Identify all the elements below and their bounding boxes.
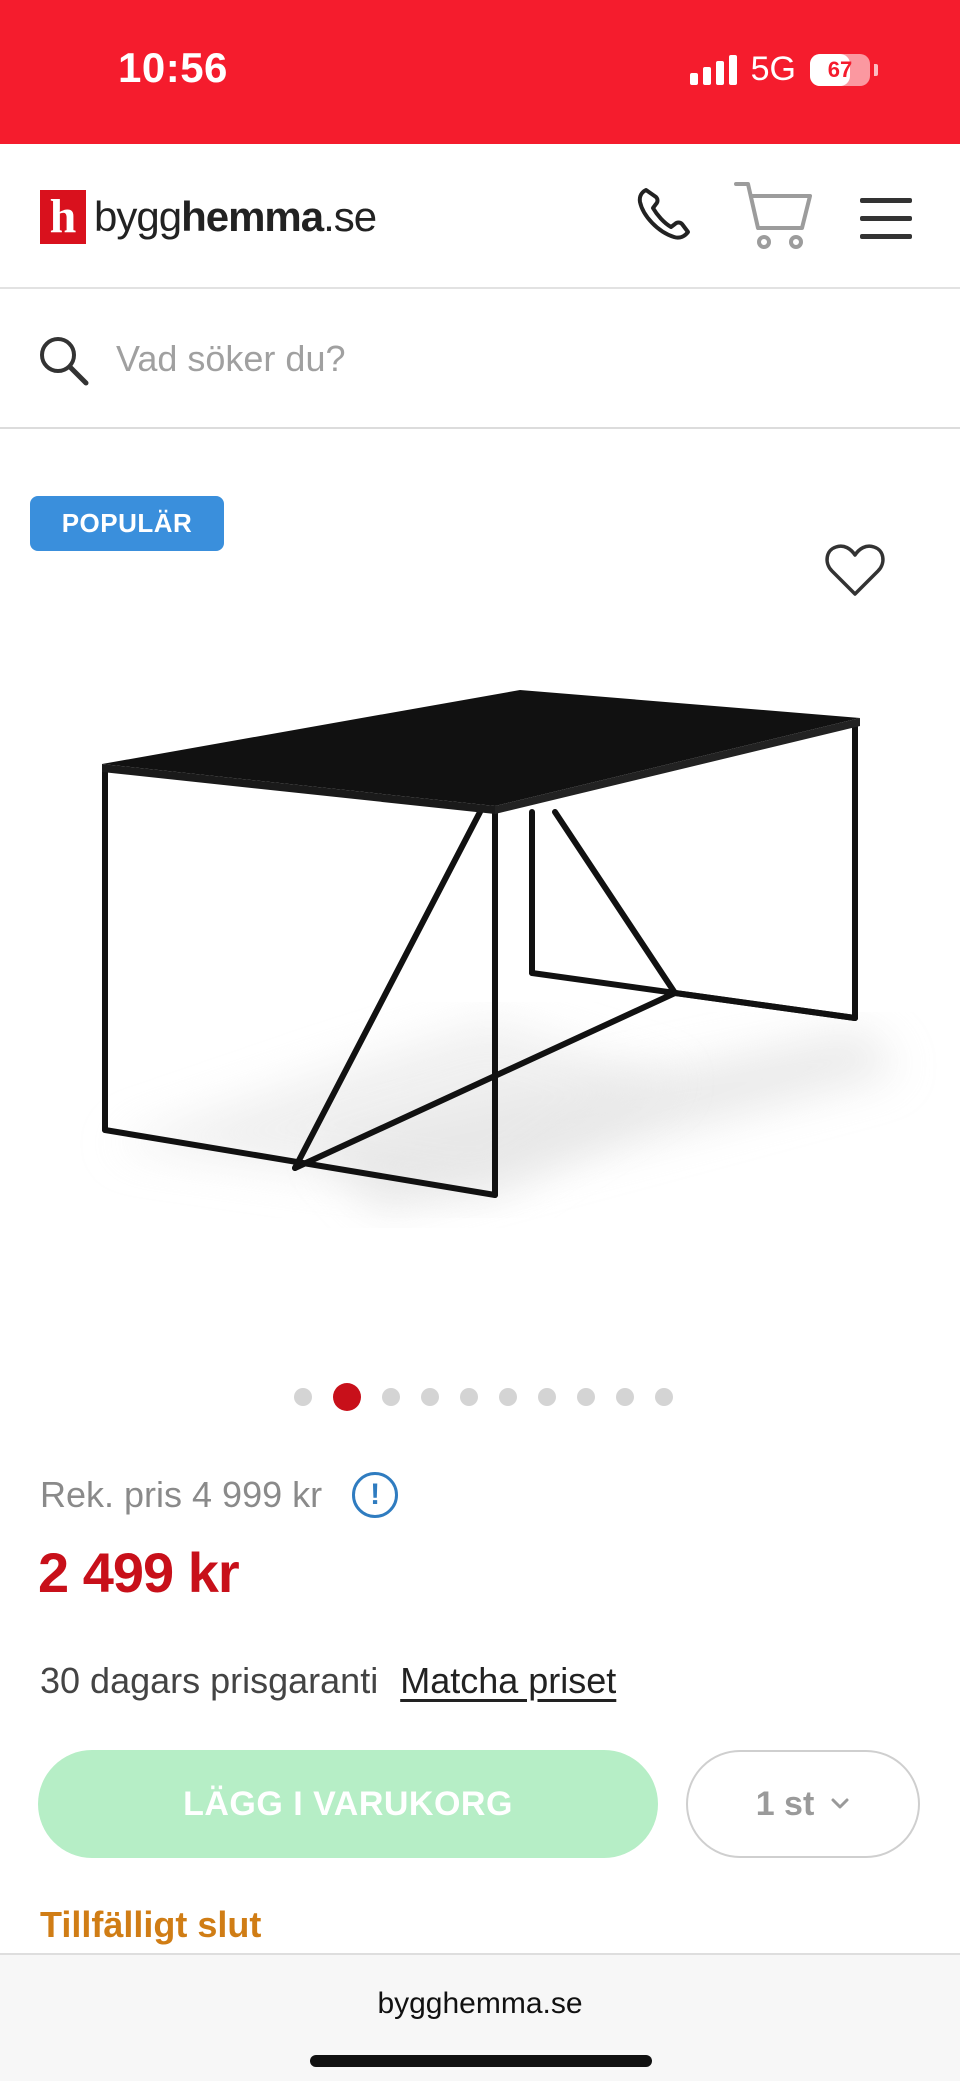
favorite-heart-icon[interactable] [824,542,886,603]
carousel-dot[interactable] [460,1388,478,1406]
battery-level: 67 [827,56,853,82]
home-indicator[interactable] [310,2055,652,2067]
carousel-dot[interactable] [499,1388,517,1406]
image-carousel-dots [294,1383,673,1411]
site-header: h bygghemma.se [0,144,960,289]
carousel-dot[interactable] [294,1388,312,1406]
popular-badge: POPULÄR [30,496,224,551]
search-bar [0,289,960,429]
logo-text-suffix: .se [323,193,377,240]
stock-status: Tillfälligt slut [40,1904,262,1945]
battery-tip [874,63,878,76]
recommended-price-row: Rek. pris 4 999 kr ! [40,1472,399,1518]
recommended-price: Rek. pris 4 999 kr [40,1474,323,1515]
quantity-select[interactable]: 1 st [686,1750,920,1858]
status-bar: 10:56 5G 67 [0,0,960,144]
carousel-dot[interactable] [333,1383,361,1411]
browser-address[interactable]: bygghemma.se [0,1987,960,2021]
product-image[interactable] [0,600,960,1280]
search-input[interactable] [116,329,916,389]
product-price: 2 499 kr [38,1541,240,1604]
logo-text: bygghemma.se [94,193,377,241]
add-to-cart-button[interactable]: LÄGG I VARUKORG [38,1750,658,1858]
status-time: 10:56 [118,44,228,91]
price-guarantee-row: 30 dagars prisgaranti Matcha priset [40,1660,616,1702]
carousel-dot[interactable] [421,1388,439,1406]
quantity-value: 1 st [755,1784,815,1823]
match-price-link[interactable]: Matcha priset [400,1660,616,1702]
network-type: 5G [750,50,796,88]
chevron-down-icon [831,1798,849,1809]
logo-mark: h [40,190,86,244]
menu-icon[interactable] [858,196,914,245]
cart-icon[interactable] [732,176,816,261]
signal-icon [689,54,737,85]
battery-icon: 67 [810,53,870,86]
phone-icon[interactable] [632,182,696,251]
site-logo[interactable]: h bygghemma.se [40,190,377,244]
carousel-dot[interactable] [538,1388,556,1406]
logo-text-regular: bygg [94,193,182,240]
info-icon[interactable]: ! [352,1472,399,1518]
browser-bottom-bar: bygghemma.se [0,1953,960,2081]
carousel-dot[interactable] [616,1388,634,1406]
price-guarantee-text: 30 dagars prisgaranti [40,1660,379,1701]
carousel-dot[interactable] [577,1388,595,1406]
search-icon [36,333,92,394]
carousel-dot[interactable] [655,1388,673,1406]
carousel-dot[interactable] [382,1388,400,1406]
status-indicators: 5G 67 [689,50,878,89]
logo-text-bold: hemma [181,193,324,240]
